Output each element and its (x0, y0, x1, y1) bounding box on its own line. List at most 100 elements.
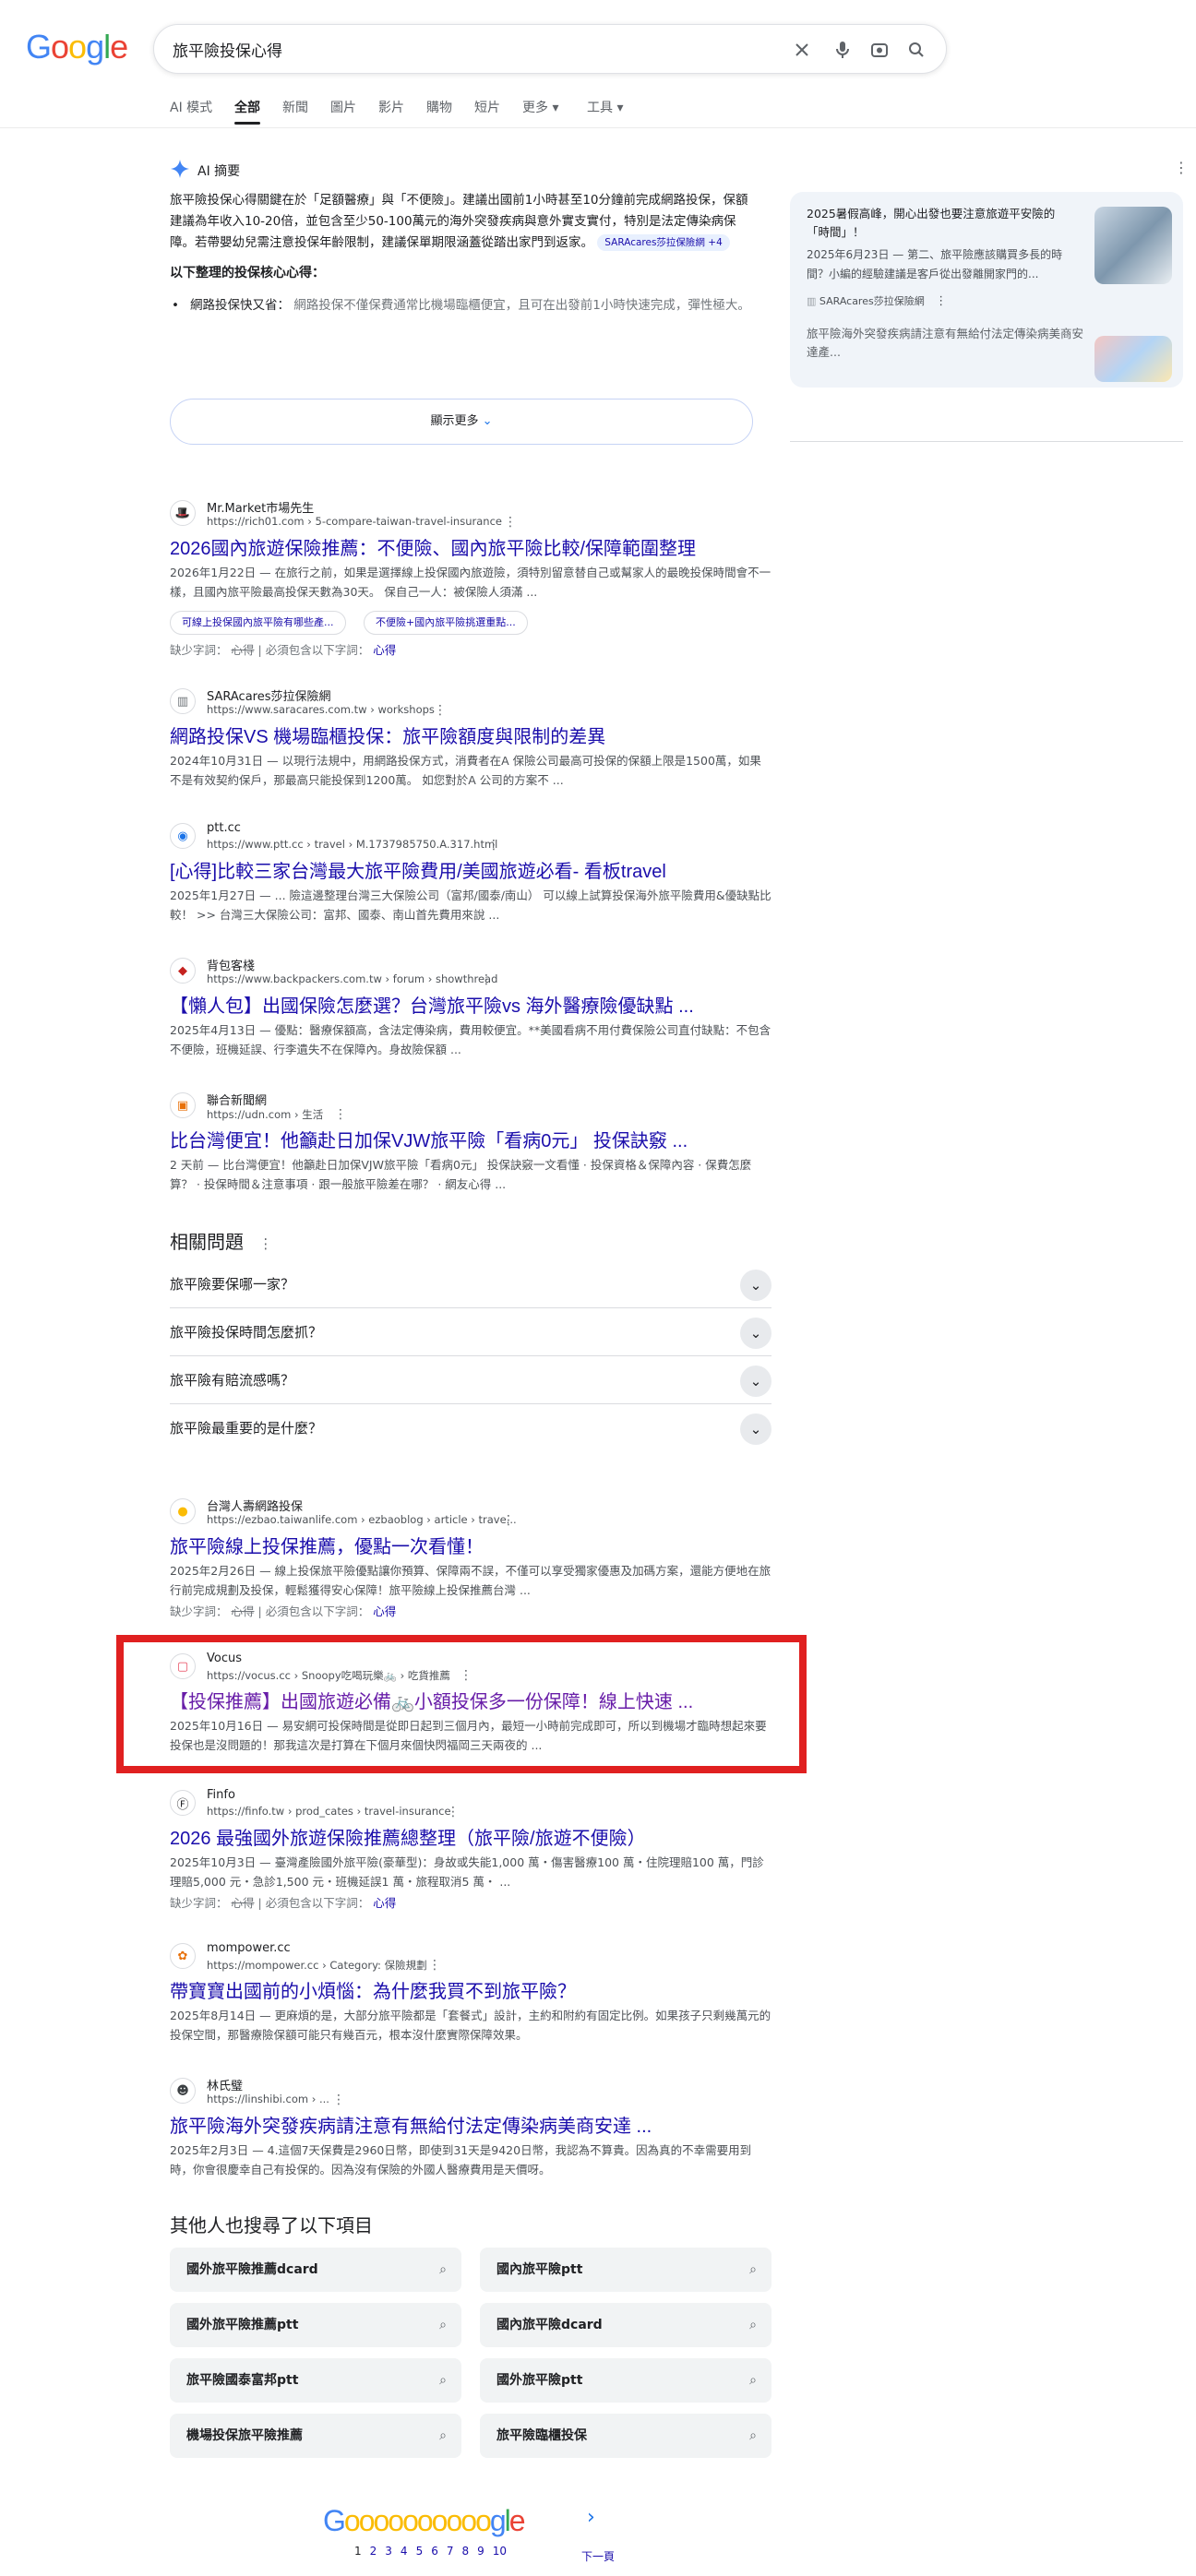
google-logo[interactable]: Google (26, 28, 128, 66)
related-search-chip[interactable]: 國外旅平險推薦dcard ⌕ (170, 2248, 461, 2292)
chevron-right-icon[interactable]: › (587, 2506, 595, 2529)
tab-all[interactable]: 全部 (234, 98, 260, 125)
more-options-icon[interactable]: ⋮ (428, 1958, 441, 1973)
search-result: ● 台灣人壽網路投保 https://ezbao.taiwanlife.com … (170, 1497, 771, 1626)
related-questions-title: 相關問題 ⋮ (170, 1231, 273, 1253)
search-result: ▢ Vocus https://vocus.cc › Snoopy吃喝玩樂🚲 ›… (170, 1652, 771, 1762)
page-link[interactable]: 3 (385, 2545, 392, 2558)
next-page-link[interactable]: 下一頁 (581, 2548, 615, 2564)
more-options-icon[interactable]: ⋮ (434, 703, 447, 718)
related-question[interactable]: 旅平險投保時間怎麼抓？ ⌄ (170, 1308, 771, 1356)
favicon-icon: ☻ (170, 2078, 196, 2104)
result-title-link[interactable]: 帶寶寶出國前的小煩惱：為什麼我買不到旅平險？ (170, 1976, 576, 2003)
page-link[interactable]: 9 (477, 2545, 484, 2558)
source-card-title-2[interactable]: 旅平險海外突發疾病請注意有無給付法定傳染病美商安達產... (807, 325, 1083, 358)
tab-images[interactable]: 圖片 (330, 98, 356, 116)
result-url[interactable]: https://www.saracares.com.tw › workshops (207, 703, 435, 716)
related-search-chip[interactable]: 機場投保旅平險推薦 ⌕ (170, 2414, 461, 2458)
search-input[interactable]: 旅平險投保心得 (173, 38, 282, 61)
result-url[interactable]: https://finfo.tw › prod_cates › travel-i… (207, 1805, 451, 1818)
more-options-icon[interactable]: ⋮ (332, 2093, 345, 2107)
result-url[interactable]: https://vocus.cc › Snoopy吃喝玩樂🚲 › 吃貨推薦 (207, 1668, 450, 1683)
search-icon: ⌕ (749, 2428, 757, 2443)
show-more-button[interactable]: 顯示更多 ⌄ (170, 399, 753, 445)
related-question[interactable]: 旅平險最重要的是什麼？ ⌄ (170, 1404, 771, 1452)
result-url[interactable]: https://rich01.com › 5-compare-taiwan-tr… (207, 515, 502, 528)
more-options-icon[interactable]: ⋮ (487, 838, 500, 853)
clear-icon[interactable] (789, 37, 815, 63)
result-url[interactable]: https://linshibi.com › ... (207, 2093, 329, 2105)
ai-source-cards: 2025暑假高峰，開心出發也要注意旅遊平安險的「時間」！ 2025年6月23日 … (790, 192, 1183, 388)
more-options-icon[interactable]: ⋮ (460, 1668, 472, 1683)
result-url[interactable]: https://udn.com › 生活 (207, 1107, 323, 1122)
search-result: ◉ ptt.cc https://www.ptt.cc › travel › M… (170, 821, 771, 932)
result-snippet: 2025年10月16日 — 易安網可投保時間是從即日起到三個月內，最短一小時前完… (170, 1719, 767, 1752)
page-link[interactable]: 8 (461, 2545, 469, 2558)
microphone-icon[interactable] (830, 37, 855, 63)
result-title-link[interactable]: 旅平險線上投保推薦，優點一次看懂！ (170, 1532, 484, 1558)
favicon-icon: ◉ (170, 823, 196, 849)
sitelink-pill[interactable]: 不便險+國內旅平險挑選重點... (364, 611, 528, 635)
result-title-link[interactable]: 【投保推薦】出國旅遊必備🚲小額投保多一份保障！線上快速 ... (170, 1687, 693, 1713)
tab-shopping[interactable]: 購物 (426, 98, 452, 116)
search-icon: ⌕ (439, 2318, 447, 2332)
result-title-link[interactable]: 旅平險海外突發疾病請注意有無給付法定傳染病美商安達 ... (170, 2111, 652, 2138)
result-title-link[interactable]: 2026國內旅遊保險推薦：不便險、國內旅平險比較/保障範圍整理 (170, 533, 696, 560)
result-title-link[interactable]: [心得]比較三家台灣最大旅平險費用/美國旅遊必看- 看板travel (170, 856, 666, 883)
search-bar[interactable]: 旅平險投保心得 (153, 24, 947, 74)
result-title-link[interactable]: 【懶人包】出國保險怎麼選？台灣旅平險vs 海外醫療險優缺點 ... (170, 991, 694, 1018)
header-divider (0, 127, 1196, 128)
more-options-icon[interactable]: ⋮ (334, 1107, 347, 1122)
result-url[interactable]: https://ezbao.taiwanlife.com › ezbaoblog… (207, 1513, 517, 1526)
more-options-icon[interactable]: ⋮ (258, 1235, 272, 1252)
search-icon: ⌕ (749, 2262, 757, 2277)
search-icon[interactable] (903, 37, 929, 63)
site-icon: ▥ (807, 295, 817, 307)
more-options-icon[interactable]: ⋮ (447, 1805, 460, 1819)
page-link[interactable]: 10 (493, 2545, 507, 2558)
tab-more[interactable]: 更多 ▾ (522, 98, 558, 116)
related-search-chip[interactable]: 國外旅平險ptt ⌕ (480, 2358, 771, 2403)
more-options-icon[interactable]: ⋮ (480, 972, 493, 987)
search-result: ▣ 聯合新聞網 https://udn.com › 生活 ⋮ 比台灣便宜！他籲赴… (170, 1091, 771, 1201)
source-card-title[interactable]: 2025暑假高峰，開心出發也要注意旅遊平安險的「時間」！ (807, 205, 1074, 242)
more-options-icon[interactable]: ⋮ (502, 1513, 515, 1528)
related-question[interactable]: 旅平險有賠流感嗎？ ⌄ (170, 1356, 771, 1404)
result-snippet: 2024年10月31日 — 以現行法規中，用網路投保方式，消費者在A 保險公司最… (170, 754, 761, 787)
camera-lens-icon[interactable] (867, 37, 892, 63)
related-search-chip[interactable]: 旅平險臨櫃投保 ⌕ (480, 2414, 771, 2458)
tab-shorts[interactable]: 短片 (474, 98, 500, 116)
result-title-link[interactable]: 網路投保VS 機場臨櫃投保：旅平險額度與限制的差異 (170, 722, 605, 748)
related-search-chip[interactable]: 國內旅平險dcard ⌕ (480, 2303, 771, 2347)
ai-overview-menu-icon[interactable]: ⋮ (1174, 159, 1189, 176)
search-icon: ⌕ (439, 2428, 447, 2443)
result-url[interactable]: https://www.backpackers.com.tw › forum ›… (207, 972, 497, 985)
page-link[interactable]: 4 (401, 2545, 408, 2558)
page-link[interactable]: 6 (431, 2545, 438, 2558)
result-site: 台灣人壽網路投保 (207, 1500, 304, 1514)
tab-news[interactable]: 新聞 (282, 98, 308, 116)
page-link[interactable]: 7 (447, 2545, 454, 2558)
tab-ai-mode[interactable]: AI 模式 (170, 98, 212, 116)
related-question[interactable]: 旅平險要保哪一家？ ⌄ (170, 1260, 771, 1308)
favicon-icon: Ⓕ (170, 1790, 196, 1816)
result-snippet: 2025年8月14日 — 更麻煩的是，大部分旅平險都是「套餐式」設計，主約和附約… (170, 2009, 771, 2042)
missing-terms: 缺少字詞： 心得 | 必須包含以下字詞： 心得 (170, 1604, 397, 1618)
chevron-down-icon: ⌄ (740, 1318, 771, 1349)
more-options-icon[interactable]: ⋮ (504, 515, 517, 530)
page-link[interactable]: 2 (370, 2545, 377, 2558)
ai-source-chip[interactable]: SARAcares莎拉保險網 +4 (597, 234, 730, 251)
tab-videos[interactable]: 影片 (378, 98, 404, 116)
result-title-link[interactable]: 2026 最強國外旅遊保險推薦總整理（旅平險/旅遊不便險） (170, 1823, 646, 1850)
related-search-chip[interactable]: 國內旅平險ptt ⌕ (480, 2248, 771, 2292)
related-search-chip[interactable]: 國外旅平險推薦ptt ⌕ (170, 2303, 461, 2347)
result-title-link[interactable]: 比台灣便宜！他籲赴日加保VJW旅平險「看病0元」 投保訣竅 ... (170, 1126, 688, 1152)
tab-tools[interactable]: 工具 ▾ (587, 98, 623, 116)
related-search-chip[interactable]: 旅平險國泰富邦ptt ⌕ (170, 2358, 461, 2403)
sitelink-pill[interactable]: 可線上投保國內旅平險有哪些產... (170, 611, 346, 635)
search-result: 🎩 Mr.Market市場先生 https://rich01.com › 5-c… (170, 498, 771, 664)
page-link[interactable]: 5 (416, 2545, 424, 2558)
result-url[interactable]: https://www.ptt.cc › travel › M.17379857… (207, 838, 497, 851)
result-snippet: 2025年2月3日 — 4.這個7天保費是2960日幣，即使到31天是9420日… (170, 2143, 752, 2176)
result-url[interactable]: https://mompower.cc › Category: 保險規劃 (207, 1958, 427, 1973)
